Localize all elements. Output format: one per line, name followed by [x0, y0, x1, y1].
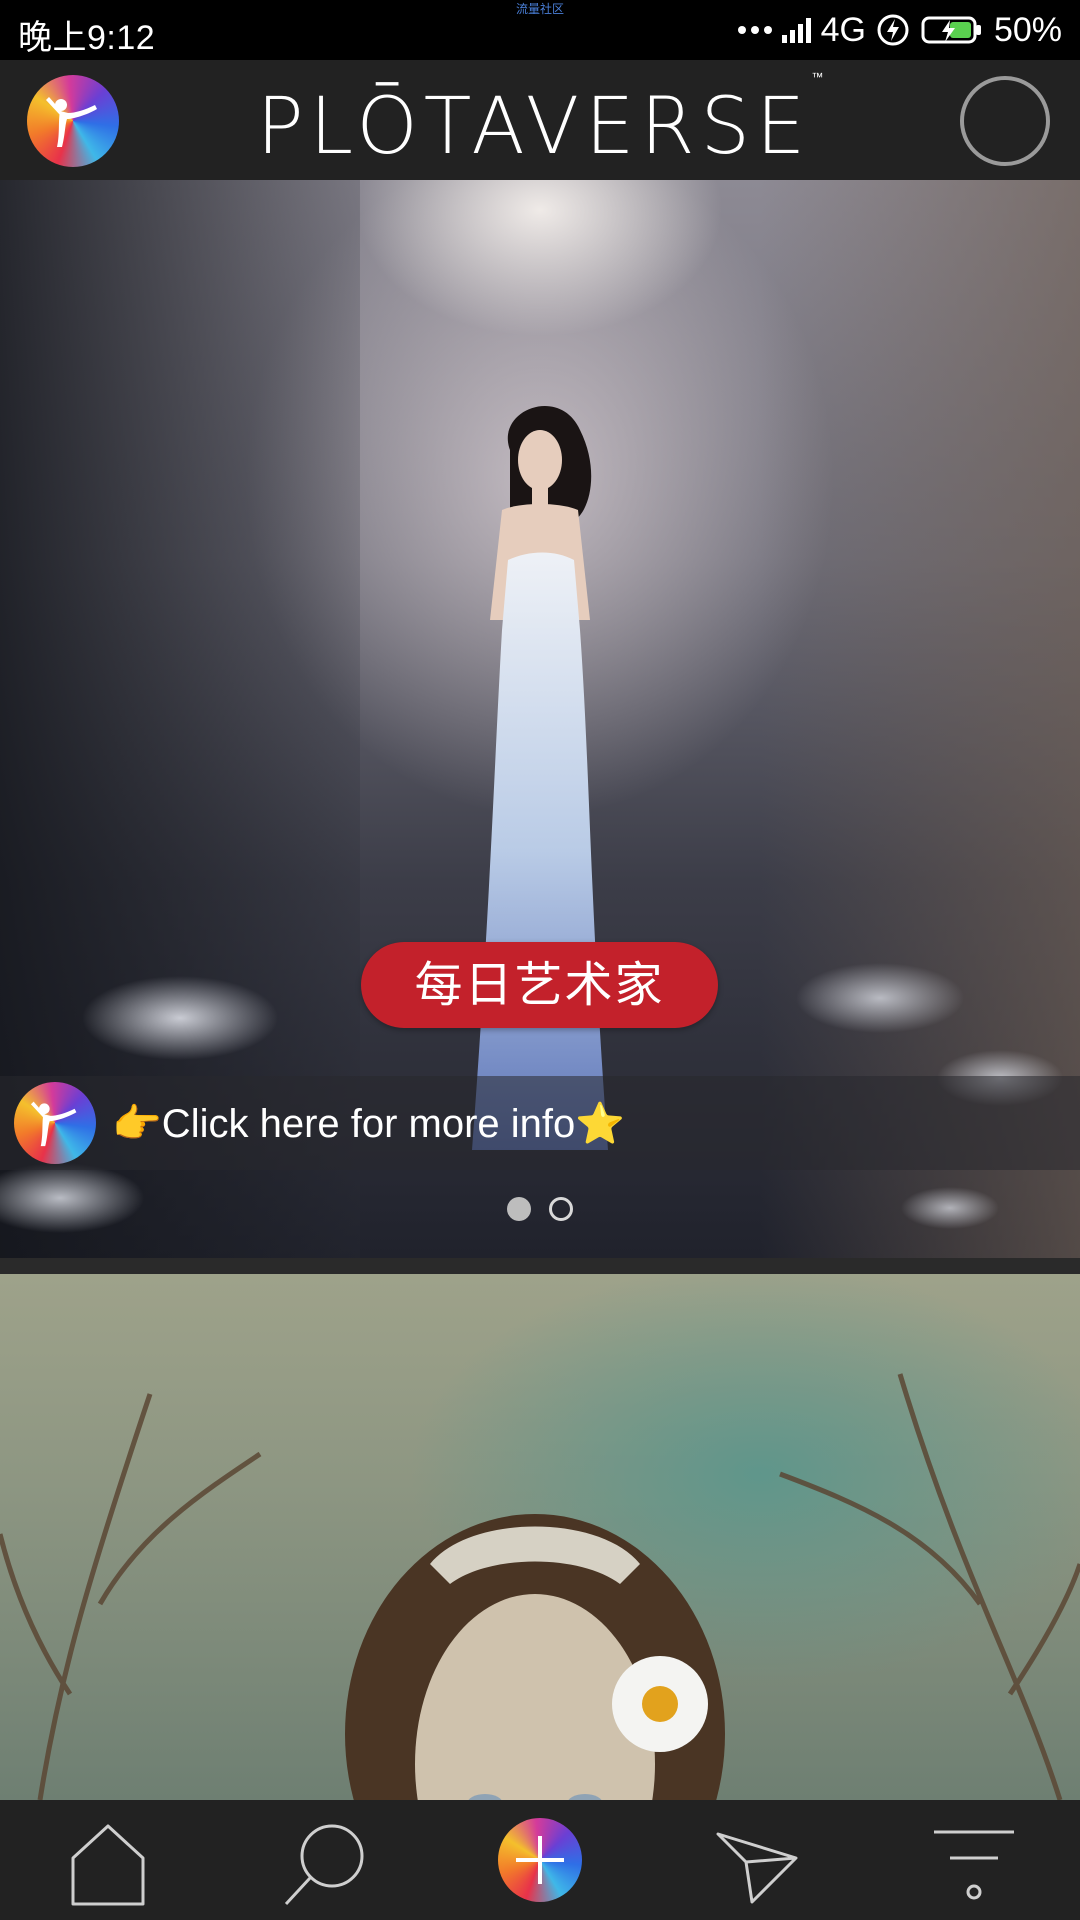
status-indicators: 4G 50% — [737, 8, 1062, 52]
feed-divider — [0, 1258, 1080, 1274]
status-time: 晚上9:12 — [18, 19, 156, 57]
battery-icon — [921, 16, 981, 44]
brand-wordmark: PLŌTAVERSE — [256, 82, 812, 172]
crowned-woman-illustration — [345, 1514, 725, 1800]
feed-artwork-card[interactable] — [0, 1274, 1080, 1800]
network-label: 4G — [820, 10, 866, 49]
featured-artwork-card[interactable]: 每日艺术家 👉Click here for more info⭐ — [0, 180, 1080, 1258]
artist-avatar[interactable] — [14, 1082, 96, 1164]
menu-icon[interactable] — [928, 1818, 1018, 1908]
brand-title: PLŌTAVERSE™ — [0, 70, 1080, 172]
bottom-navigation — [0, 1800, 1080, 1920]
woman-figure-illustration — [472, 406, 608, 1150]
more-info-bar[interactable]: 👉Click here for more info⭐ — [0, 1076, 1080, 1170]
daily-artist-badge[interactable]: 每日艺术家 — [361, 942, 718, 1028]
send-icon[interactable] — [712, 1818, 802, 1908]
home-icon[interactable] — [63, 1818, 153, 1908]
trademark-mark: ™ — [811, 70, 824, 84]
app-header: PLŌTAVERSE™ — [0, 60, 1080, 180]
dancer-icon — [30, 1101, 77, 1147]
more-dots-icon — [737, 26, 772, 34]
add-button[interactable] — [498, 1818, 582, 1902]
more-info-link[interactable]: 👉Click here for more info⭐ — [112, 1100, 625, 1147]
search-icon[interactable] — [280, 1818, 370, 1908]
pager-dot-2[interactable] — [549, 1197, 573, 1221]
charging-icon — [877, 14, 909, 46]
pager-dot-1[interactable] — [507, 1197, 531, 1221]
status-bar: 晚上9:12 流量社区 4G 50% — [0, 0, 1080, 60]
battery-percent: 50% — [993, 10, 1062, 49]
carousel-pager — [0, 1197, 1080, 1221]
signal-icon — [781, 17, 811, 43]
profile-button[interactable] — [960, 76, 1050, 166]
plus-icon — [516, 1836, 564, 1884]
